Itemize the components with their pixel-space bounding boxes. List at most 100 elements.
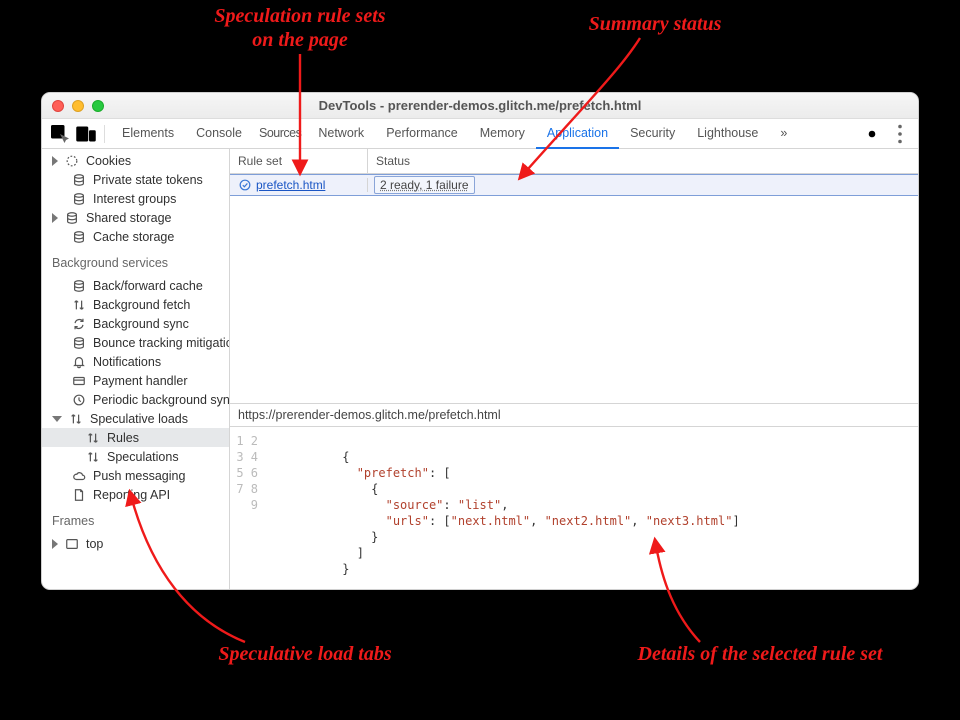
ruleset-row[interactable]: prefetch.html 2 ready, 1 failure xyxy=(230,174,918,196)
sidebar-item-bounce-tracking[interactable]: Bounce tracking mitigations xyxy=(42,333,229,352)
sidebar-item-background-sync[interactable]: Background sync xyxy=(42,314,229,333)
sidebar-item-speculative-loads[interactable]: Speculative loads xyxy=(42,409,229,428)
application-panel: Cookies Private state tokens Interest gr… xyxy=(42,149,918,589)
sidebar-item-interest-groups[interactable]: Interest groups xyxy=(42,189,229,208)
database-icon xyxy=(72,230,86,244)
grid-empty xyxy=(230,196,918,404)
sidebar-item-shared-storage[interactable]: Shared storage xyxy=(42,208,229,227)
tab-application[interactable]: Application xyxy=(536,119,619,149)
bell-icon xyxy=(72,355,86,369)
annotation-summary-status: Summary status xyxy=(589,13,722,35)
device-toolbar-icon[interactable] xyxy=(74,122,98,146)
database-icon xyxy=(65,211,79,225)
sidebar-item-back-forward-cache[interactable]: Back/forward cache xyxy=(42,276,229,295)
expand-icon xyxy=(52,539,58,549)
sidebar-item-reporting-api[interactable]: Reporting API xyxy=(42,485,229,504)
sidebar-item-periodic-sync[interactable]: Periodic background sync xyxy=(42,390,229,409)
sidebar-item-push-messaging[interactable]: Push messaging xyxy=(42,466,229,485)
sidebar-label: Speculative loads xyxy=(90,412,188,426)
sidebar-label: Push messaging xyxy=(93,469,185,483)
sidebar-item-rules[interactable]: Rules xyxy=(42,428,229,447)
clock-icon xyxy=(72,393,86,407)
expand-icon xyxy=(52,213,58,223)
titlebar: DevTools - prerender-demos.glitch.me/pre… xyxy=(42,93,918,119)
inspect-element-icon[interactable] xyxy=(48,122,72,146)
database-icon xyxy=(72,336,86,350)
status-ok-icon xyxy=(238,178,252,192)
application-sidebar: Cookies Private state tokens Interest gr… xyxy=(42,149,230,589)
sidebar-label: Periodic background sync xyxy=(93,393,230,407)
tab-console[interactable]: Console xyxy=(185,119,253,149)
window-title: DevTools - prerender-demos.glitch.me/pre… xyxy=(42,98,918,113)
annotation-rulesets-l2: on the page xyxy=(252,29,348,51)
sidebar-label: Speculations xyxy=(107,450,179,464)
sidebar-item-cookies[interactable]: Cookies xyxy=(42,151,229,170)
frame-icon xyxy=(65,537,79,551)
sidebar-item-payment-handler[interactable]: Payment handler xyxy=(42,371,229,390)
expand-icon xyxy=(52,156,58,166)
sidebar-item-private-state-tokens[interactable]: Private state tokens xyxy=(42,170,229,189)
rules-panel: Rule set Status prefetch.html 2 ready, 1… xyxy=(230,149,918,589)
code-gutter: 1 2 3 4 5 6 7 8 9 xyxy=(230,433,270,577)
annotation-load-tabs: Speculative load tabs xyxy=(218,643,392,665)
settings-icon[interactable] xyxy=(860,122,884,146)
annotation-rulesets-l1: Speculation rule sets xyxy=(214,5,385,27)
tab-performance[interactable]: Performance xyxy=(375,119,469,149)
selected-ruleset-url: https://prerender-demos.glitch.me/prefet… xyxy=(230,404,918,427)
sidebar-label: Back/forward cache xyxy=(93,279,203,293)
devtools-tabbar: Elements Console Sources Network Perform… xyxy=(42,119,918,149)
column-header-status[interactable]: Status xyxy=(368,149,918,173)
sync-icon xyxy=(72,317,86,331)
database-icon xyxy=(72,279,86,293)
status-summary[interactable]: 2 ready, 1 failure xyxy=(374,176,475,194)
sidebar-heading-frames: Frames xyxy=(42,504,229,534)
tab-sources[interactable]: Sources xyxy=(253,119,307,149)
sidebar-label: Background sync xyxy=(93,317,189,331)
ruleset-link[interactable]: prefetch.html xyxy=(230,178,368,192)
tab-lighthouse[interactable]: Lighthouse xyxy=(686,119,769,149)
kebab-menu-icon[interactable] xyxy=(888,122,912,146)
cookies-icon xyxy=(65,154,79,168)
sidebar-heading-background-services: Background services xyxy=(42,246,229,276)
sidebar-item-cache-storage[interactable]: Cache storage xyxy=(42,227,229,246)
ruleset-name: prefetch.html xyxy=(256,178,325,192)
divider xyxy=(104,125,105,143)
sidebar-label: Cache storage xyxy=(93,230,174,244)
tab-security[interactable]: Security xyxy=(619,119,686,149)
transfer-icon xyxy=(86,431,100,445)
sidebar-item-speculations[interactable]: Speculations xyxy=(42,447,229,466)
tab-memory[interactable]: Memory xyxy=(469,119,536,149)
sidebar-label: Reporting API xyxy=(93,488,170,502)
sidebar-label: Notifications xyxy=(93,355,161,369)
transfer-icon xyxy=(86,450,100,464)
sidebar-label: top xyxy=(86,537,103,551)
sidebar-label: Background fetch xyxy=(93,298,190,312)
collapse-icon xyxy=(52,416,62,422)
sidebar-label: Private state tokens xyxy=(93,173,203,187)
sidebar-label: Shared storage xyxy=(86,211,171,225)
sidebar-label: Cookies xyxy=(86,154,131,168)
card-icon xyxy=(72,374,86,388)
tab-more[interactable]: » xyxy=(769,119,798,149)
annotation-details: Details of the selected rule set xyxy=(637,643,884,665)
sidebar-label: Rules xyxy=(107,431,139,445)
sidebar-item-top-frame[interactable]: top xyxy=(42,534,229,553)
cloud-icon xyxy=(72,469,86,483)
devtools-window: DevTools - prerender-demos.glitch.me/pre… xyxy=(41,92,919,590)
grid-header: Rule set Status xyxy=(230,149,918,174)
database-icon xyxy=(72,192,86,206)
document-icon xyxy=(72,488,86,502)
column-header-ruleset[interactable]: Rule set xyxy=(230,149,368,173)
tab-elements[interactable]: Elements xyxy=(111,119,185,149)
tab-network[interactable]: Network xyxy=(307,119,375,149)
code-source[interactable]: { "prefetch": [ { "source": "list", "url… xyxy=(270,433,740,577)
transfer-icon xyxy=(72,298,86,312)
sidebar-item-notifications[interactable]: Notifications xyxy=(42,352,229,371)
transfer-icon xyxy=(69,412,83,426)
sidebar-label: Payment handler xyxy=(93,374,188,388)
sidebar-label: Bounce tracking mitigations xyxy=(93,336,230,350)
database-icon xyxy=(72,173,86,187)
sidebar-item-background-fetch[interactable]: Background fetch xyxy=(42,295,229,314)
sidebar-label: Interest groups xyxy=(93,192,176,206)
ruleset-source: 1 2 3 4 5 6 7 8 9 { "prefetch": [ { "sou… xyxy=(230,427,918,589)
